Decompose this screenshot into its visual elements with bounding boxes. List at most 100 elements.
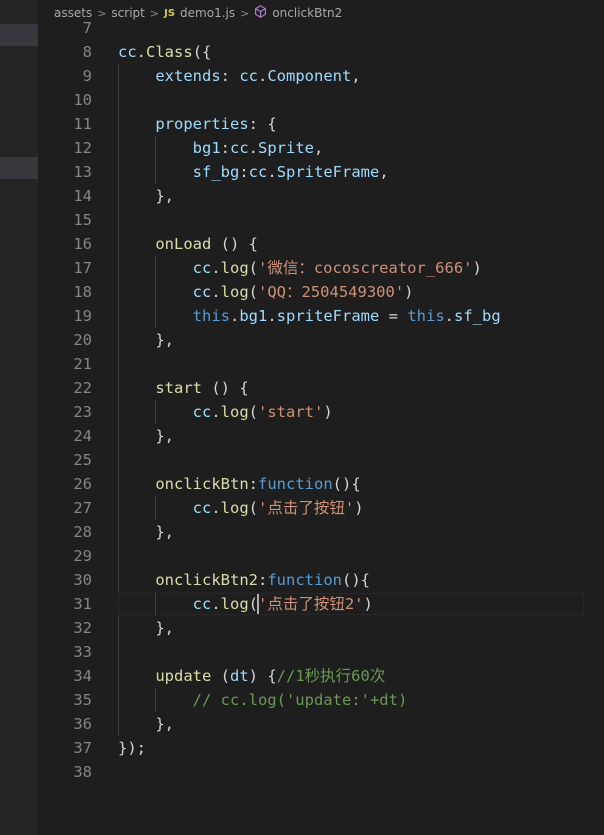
code-token: ( [248,403,259,421]
code-token: . [267,307,277,325]
code-line[interactable]: 29 [38,544,604,568]
code-token: ) [323,403,333,421]
code-token: cc [192,595,212,613]
code-line[interactable]: 35 // cc.log('update:'+dt) [38,688,604,712]
line-code: cc.log('点击了按钮2') [118,592,373,616]
code-token: (){ [332,475,361,493]
sidebar-selected-item[interactable] [0,24,38,46]
line-number: 33 [73,643,92,661]
code-line[interactable]: 34 update (dt) {//1秒执行60次 [38,664,604,688]
line-number: 24 [73,427,92,445]
code-token: dt [230,667,249,685]
code-token: '点击了按钮' [258,499,355,517]
code-token: }, [118,715,174,733]
line-code: }, [118,328,174,352]
code-token: ) [354,499,364,517]
code-token: Component [267,67,352,85]
code-line[interactable]: 36 }, [38,712,604,736]
code-token: ) [472,259,482,277]
code-line[interactable]: 21 [38,352,604,376]
code-token: : { [248,115,277,133]
code-line[interactable]: 9 extends: cc.Component, [38,64,604,88]
code-line[interactable]: 11 properties: { [38,112,604,136]
code-token: , [351,67,361,85]
code-line[interactable]: 13 sf_bg:cc.SpriteFrame, [38,160,604,184]
code-line[interactable]: 14 }, [38,184,604,208]
code-token: //1秒执行60次 [276,667,386,685]
code-token: . [211,283,221,301]
line-code: onLoad () { [118,232,258,256]
line-code: cc.log('start') [118,400,333,424]
code-editor[interactable]: 7 8 cc.Class({9 extends: cc.Component, 10 11… [38,18,604,835]
code-token: Sprite [258,139,315,157]
text-cursor [257,594,260,614]
code-token: ) { [248,667,277,685]
code-line[interactable]: 33 [38,640,604,664]
line-code: onclickBtn:function(){ [118,472,361,496]
code-line[interactable]: 18 cc.log('QQ：2504549300') [38,280,604,304]
line-number: 16 [73,235,92,253]
code-line[interactable]: 24 }, [38,424,604,448]
code-line[interactable]: 27 cc.log('点击了按钮') [38,496,604,520]
line-number: 30 [73,571,92,589]
line-number: 13 [73,163,92,181]
code-line[interactable]: 15 [38,208,604,232]
code-line[interactable]: 25 [38,448,604,472]
code-token: this [407,307,445,325]
code-line[interactable]: 38 [38,760,604,784]
code-token: update [155,667,212,685]
code-line[interactable]: 23 cc.log('start') [38,400,604,424]
line-code: }, [118,184,174,208]
line-number: 19 [73,307,92,325]
line-number: 20 [73,331,92,349]
code-token: . [267,163,277,181]
code-token: cc [239,67,258,85]
code-line[interactable]: 8 cc.Class({ [38,40,604,64]
code-line[interactable]: 22 start () { [38,376,604,400]
code-token: . [211,499,221,517]
code-line[interactable]: 31 cc.log('点击了按钮2') [38,592,604,616]
code-line[interactable]: 10 [38,88,604,112]
code-token: , [314,139,324,157]
line-code: extends: cc.Component, [118,64,361,88]
code-token: sf_bg [454,307,501,325]
code-token: }, [118,331,174,349]
code-line[interactable]: 20 }, [38,328,604,352]
line-code: }); [118,736,146,760]
code-line[interactable]: 37}); [38,736,604,760]
code-token: () { [202,379,249,397]
code-token: }, [118,523,174,541]
code-token: 'start' [258,403,324,421]
code-token: function [267,571,342,589]
code-token: ( [248,259,259,277]
line-code: cc.log('QQ：2504549300') [118,280,414,304]
code-line[interactable]: 32 }, [38,616,604,640]
line-number: 35 [73,691,92,709]
line-number: 27 [73,499,92,517]
code-line[interactable]: 12 bg1:cc.Sprite, [38,136,604,160]
code-line[interactable]: 16 onLoad () { [38,232,604,256]
line-number: 15 [73,211,92,229]
code-token: cc [230,139,249,157]
line-code: }, [118,616,174,640]
code-line[interactable]: 7 [38,18,604,40]
sidebar-hover-item[interactable] [0,157,38,179]
code-token: 'QQ：2504549300' [258,283,405,301]
code-line[interactable]: 19 this.bg1.spriteFrame = this.sf_bg [38,304,604,328]
line-number: 29 [73,547,92,565]
line-number: 23 [73,403,92,421]
code-token: spriteFrame [276,307,380,325]
code-line[interactable]: 30 onclickBtn2:function(){ [38,568,604,592]
code-token: bg1 [239,307,268,325]
code-line[interactable]: 17 cc.log('微信：cocoscreator_666') [38,256,604,280]
line-code: }, [118,520,174,544]
code-token: '微信：cocoscreator_666' [258,259,473,277]
code-line[interactable]: 26 onclickBtn:function(){ [38,472,604,496]
code-line[interactable]: 28 }, [38,520,604,544]
